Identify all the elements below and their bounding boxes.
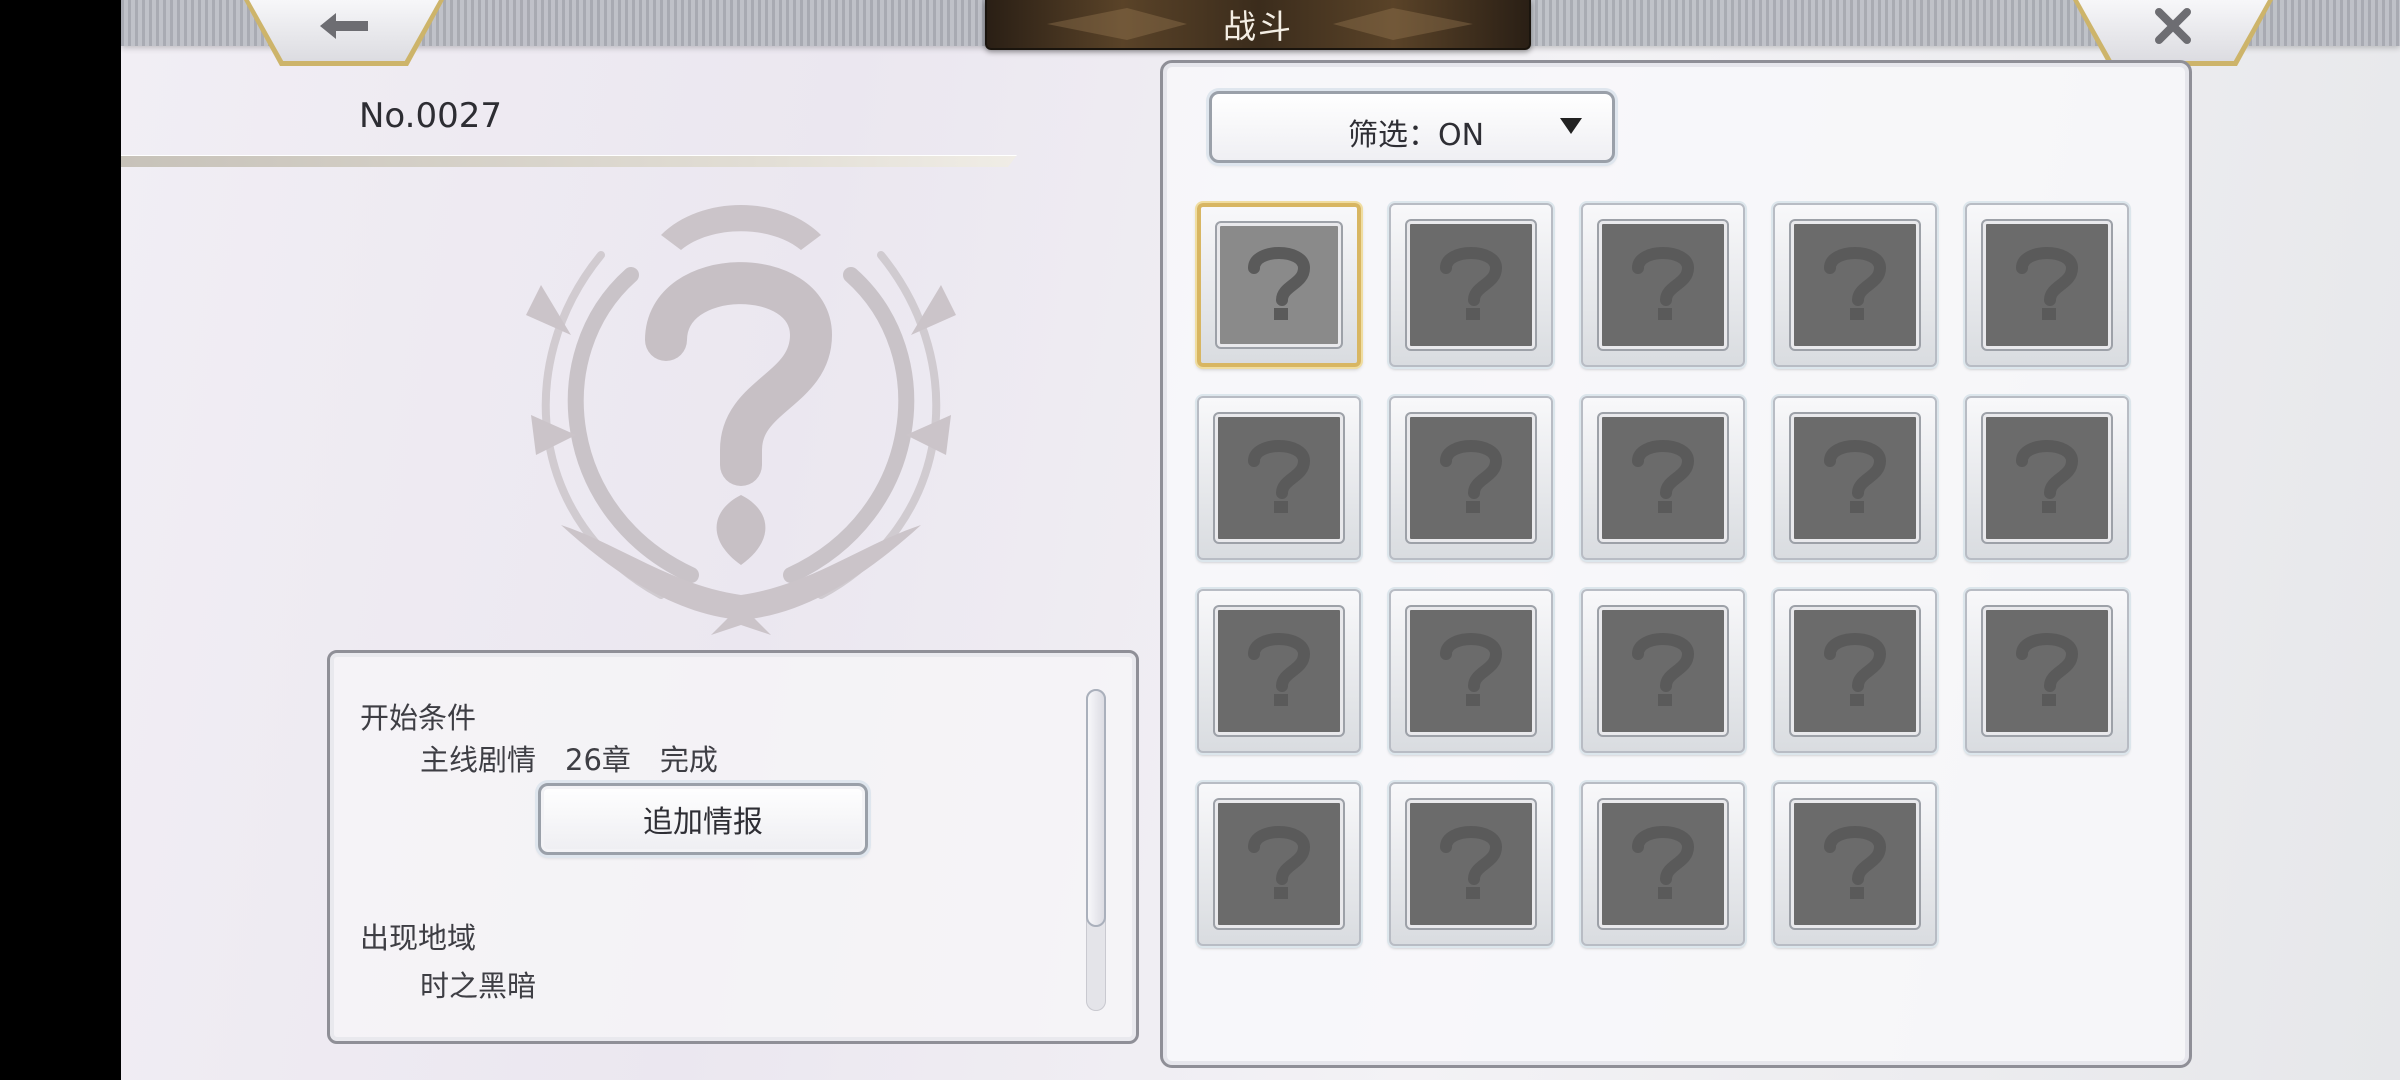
start-condition-value: 主线剧情 26章 完成 bbox=[420, 743, 718, 777]
back-button-face[interactable] bbox=[249, 0, 439, 61]
enemy-slot[interactable] bbox=[1965, 396, 2129, 560]
enemy-slot[interactable] bbox=[1773, 203, 1937, 367]
enemy-slot[interactable] bbox=[1581, 203, 1745, 367]
enemy-slot[interactable] bbox=[1965, 589, 2129, 753]
enemy-slot[interactable] bbox=[1197, 782, 1361, 946]
info-scrollbar[interactable] bbox=[1086, 689, 1106, 1011]
close-button-face[interactable] bbox=[2078, 0, 2268, 61]
extra-info-button[interactable]: 追加情报 bbox=[538, 783, 868, 855]
question-mark-icon bbox=[1791, 221, 1919, 349]
question-mark-icon bbox=[1407, 607, 1535, 735]
back-button[interactable] bbox=[244, 0, 444, 66]
close-button[interactable] bbox=[2073, 0, 2273, 66]
info-panel: 开始条件 主线剧情 26章 完成 追加情报 出现地域 时之黑暗 bbox=[327, 650, 1139, 1044]
question-mark-icon bbox=[1791, 414, 1919, 542]
enemy-slot[interactable] bbox=[1965, 203, 2129, 367]
question-mark-icon bbox=[1215, 607, 1343, 735]
enemy-slot[interactable] bbox=[1197, 589, 1361, 753]
enemy-slot[interactable] bbox=[1581, 396, 1745, 560]
question-mark-icon bbox=[1983, 414, 2111, 542]
enemy-slot[interactable] bbox=[1389, 782, 1553, 946]
question-mark-icon bbox=[1983, 221, 2111, 349]
close-icon bbox=[2155, 7, 2191, 44]
filter-label: 筛选：ON bbox=[1348, 118, 1485, 153]
enemy-slot[interactable] bbox=[1773, 782, 1937, 946]
question-mark-icon bbox=[1599, 607, 1727, 735]
question-mark-icon bbox=[1599, 221, 1727, 349]
region-label: 出现地域 bbox=[360, 921, 477, 955]
question-mark-icon bbox=[1407, 414, 1535, 542]
question-mark-icon bbox=[1407, 800, 1535, 928]
enemy-grid-panel: 筛选：ON bbox=[1160, 60, 2192, 1068]
question-mark-icon bbox=[1217, 223, 1341, 347]
start-condition-label: 开始条件 bbox=[360, 701, 477, 735]
arrow-left-icon bbox=[320, 12, 368, 39]
enemy-slot[interactable] bbox=[1389, 203, 1553, 367]
question-mark-icon bbox=[1599, 414, 1727, 542]
question-mark-icon bbox=[1215, 800, 1343, 928]
dropdown-triangle-icon bbox=[1560, 118, 1582, 134]
record-number: No.0027 bbox=[359, 96, 502, 136]
encyclopedia-screen: 战斗 No.0027 开始条件 主线剧情 26章 完成 追加情报 出现地域 时之… bbox=[121, 0, 2400, 1080]
question-mark-icon bbox=[1407, 221, 1535, 349]
header-divider bbox=[121, 155, 1017, 167]
title-plate: 战斗 bbox=[985, 0, 1531, 50]
question-mark-icon bbox=[1791, 607, 1919, 735]
question-mark-icon bbox=[1983, 607, 2111, 735]
enemy-slot[interactable] bbox=[1197, 396, 1361, 560]
region-value: 时之黑暗 bbox=[420, 969, 537, 1003]
page-title: 战斗 bbox=[1223, 7, 1293, 46]
enemy-slot[interactable] bbox=[1197, 203, 1361, 367]
unknown-question-emblem-icon bbox=[526, 205, 956, 635]
enemy-slot[interactable] bbox=[1773, 396, 1937, 560]
question-mark-icon bbox=[1599, 800, 1727, 928]
filter-dropdown[interactable]: 筛选：ON bbox=[1209, 91, 1615, 163]
enemy-slot[interactable] bbox=[1389, 396, 1553, 560]
info-scrollbar-thumb[interactable] bbox=[1086, 689, 1106, 927]
enemy-slot[interactable] bbox=[1389, 589, 1553, 753]
enemy-slot[interactable] bbox=[1773, 589, 1937, 753]
enemy-slot[interactable] bbox=[1581, 589, 1745, 753]
enemy-slot[interactable] bbox=[1581, 782, 1745, 946]
question-mark-icon bbox=[1215, 414, 1343, 542]
question-mark-icon bbox=[1791, 800, 1919, 928]
